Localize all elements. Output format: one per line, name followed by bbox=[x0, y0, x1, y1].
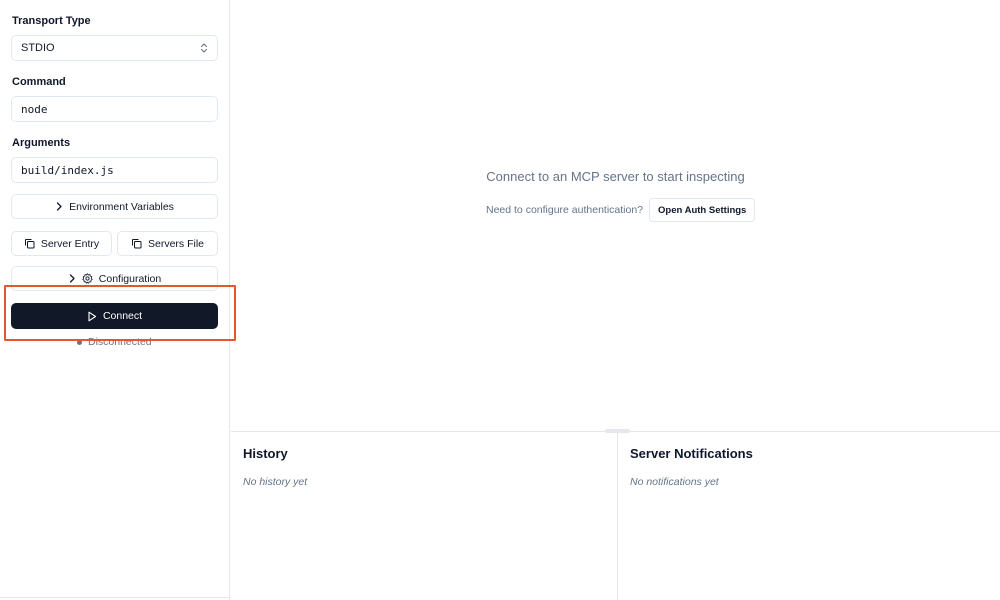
server-entry-label: Server Entry bbox=[40, 237, 100, 250]
auth-prompt-text: Need to configure authentication? bbox=[486, 204, 644, 216]
connect-button[interactable]: Connect bbox=[11, 303, 218, 329]
auth-row: Need to configure authentication? Open A… bbox=[486, 198, 756, 222]
connection-status: Disconnected bbox=[77, 336, 152, 348]
notifications-title: Server Notifications bbox=[630, 446, 753, 461]
sidebar-bottom-divider bbox=[0, 597, 230, 598]
sidebar: Transport Type STDIO Command node Argume… bbox=[0, 0, 230, 600]
arguments-label: Arguments bbox=[12, 137, 71, 149]
app-root: Transport Type STDIO Command node Argume… bbox=[0, 0, 1000, 600]
arguments-value: build/index.js bbox=[21, 163, 114, 177]
history-empty-text: No history yet bbox=[243, 476, 308, 488]
copy-icon bbox=[24, 239, 35, 249]
bottom-panels-divider bbox=[617, 432, 618, 600]
environment-variables-button[interactable]: Environment Variables bbox=[11, 194, 218, 219]
chevron-up-down-icon bbox=[200, 43, 208, 53]
status-dot-icon bbox=[77, 339, 82, 345]
transport-type-select[interactable]: STDIO bbox=[11, 35, 218, 61]
gear-icon bbox=[82, 273, 93, 284]
servers-file-label: Servers File bbox=[147, 237, 204, 250]
configuration-label: Configuration bbox=[98, 272, 162, 285]
open-auth-settings-button[interactable]: Open Auth Settings bbox=[649, 198, 756, 222]
transport-type-label: Transport Type bbox=[12, 15, 91, 27]
command-label: Command bbox=[12, 76, 66, 88]
servers-file-button[interactable]: Servers File bbox=[117, 231, 218, 256]
connection-status-text: Disconnected bbox=[88, 336, 152, 348]
command-input[interactable]: node bbox=[11, 96, 218, 122]
chevron-right-icon bbox=[69, 274, 75, 283]
configuration-button[interactable]: Configuration bbox=[11, 266, 218, 291]
transport-type-value: STDIO bbox=[21, 42, 55, 54]
server-entry-button[interactable]: Server Entry bbox=[11, 231, 112, 256]
notifications-empty-text: No notifications yet bbox=[630, 476, 719, 488]
arguments-input[interactable]: build/index.js bbox=[11, 157, 218, 183]
play-icon bbox=[88, 311, 96, 321]
command-value: node bbox=[21, 102, 48, 116]
connect-label: Connect bbox=[102, 310, 143, 322]
environment-variables-label: Environment Variables bbox=[69, 200, 174, 213]
copy-icon bbox=[131, 239, 142, 249]
chevron-right-icon bbox=[56, 202, 62, 211]
empty-state-title: Connect to an MCP server to start inspec… bbox=[486, 169, 745, 184]
history-title: History bbox=[243, 446, 288, 461]
